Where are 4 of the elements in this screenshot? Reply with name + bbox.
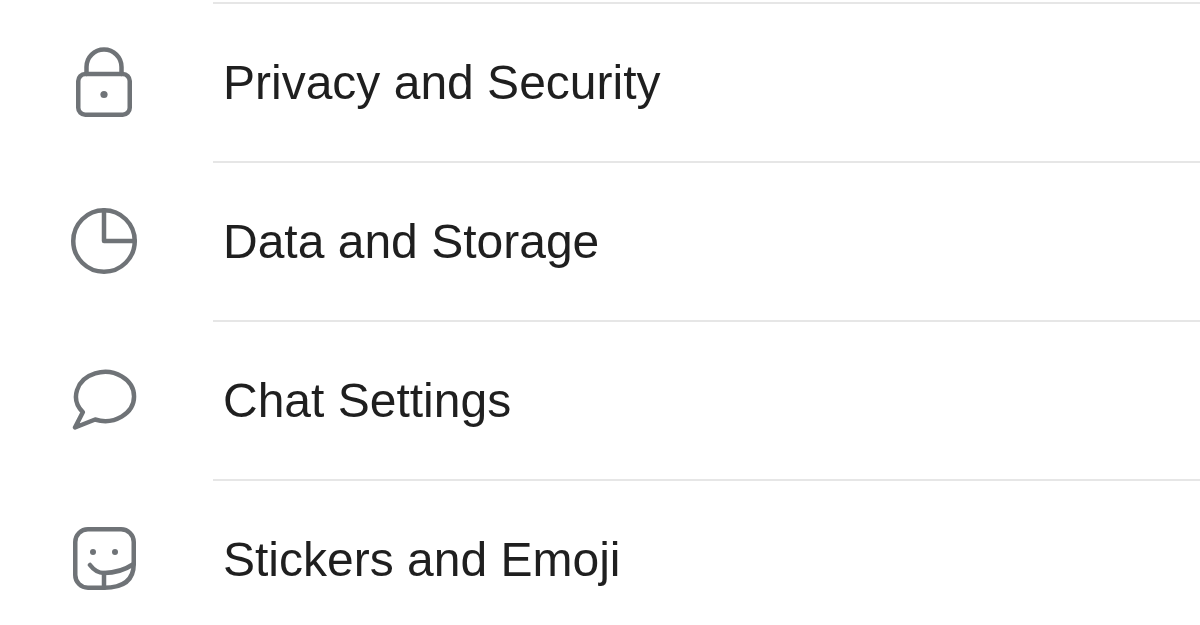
sticker-icon: [72, 527, 136, 590]
padlock-icon: [76, 46, 132, 117]
speech-bubble-icon: [71, 367, 137, 432]
pie-chart-icon: [71, 207, 137, 274]
